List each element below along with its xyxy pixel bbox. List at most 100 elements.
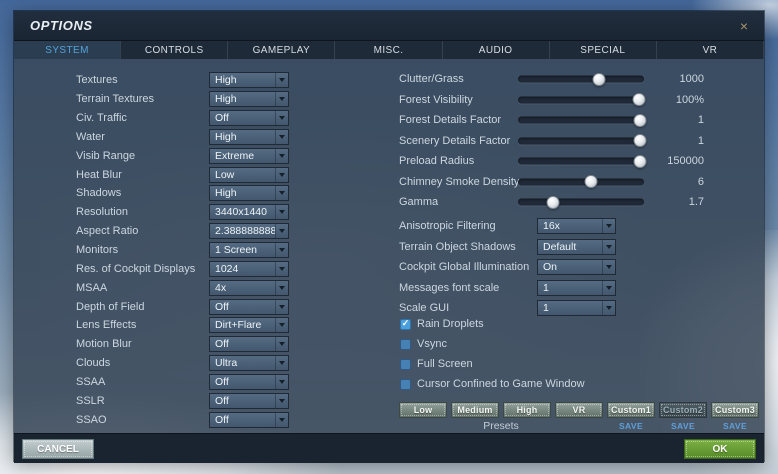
save-link[interactable]: SAVE	[671, 421, 695, 431]
slider-value: 1	[634, 114, 704, 126]
dropdown-value: Off	[210, 414, 275, 426]
tab[interactable]: MISC.	[335, 41, 442, 59]
slider-label: Forest Details Factor	[399, 114, 501, 126]
checkbox-row: ✓ Cursor Confined to Game Window	[14, 374, 766, 394]
checkmark-icon: ✓	[402, 319, 410, 328]
cancel-button[interactable]: CANCEL	[22, 439, 94, 459]
slider-label: Gamma	[399, 196, 438, 208]
tab[interactable]: AUDIO	[443, 41, 550, 59]
slider-label: Chimney Smoke Density	[399, 176, 519, 188]
slider-value: 1.7	[634, 196, 704, 208]
footer-bar: CANCEL OK	[14, 433, 764, 463]
tab[interactable]: CONTROLS	[121, 41, 228, 59]
slider-settings-list: Clutter/Grass 1000 Forest Visibility 100…	[14, 69, 766, 213]
slider-row: Clutter/Grass 1000	[14, 69, 766, 90]
checkbox-label: Full Screen	[417, 358, 473, 370]
setting-label: Terrain Object Shadows	[399, 241, 516, 253]
slider-track[interactable]	[518, 96, 644, 103]
checkbox[interactable]: ✓	[400, 379, 411, 390]
preset-button[interactable]: VR	[555, 402, 603, 418]
chevron-down-icon	[602, 240, 615, 254]
dropdown-value: 1	[538, 302, 602, 314]
setting-label: SSAO	[76, 414, 107, 426]
slider-knob[interactable]	[592, 73, 605, 86]
slider-track[interactable]	[518, 158, 644, 165]
dropdown-value: On	[538, 261, 602, 273]
dropdown-value: Off	[210, 395, 275, 407]
dropdown-value: 1	[538, 282, 602, 294]
checkbox[interactable]: ✓	[400, 339, 411, 350]
system-settings-panel: Textures High Terrain Textures High	[14, 59, 764, 433]
preset-button[interactable]: Custom2	[659, 402, 707, 418]
tab[interactable]: SYSTEM	[14, 41, 121, 59]
slider-track[interactable]	[518, 76, 644, 83]
save-link[interactable]: SAVE	[723, 421, 747, 431]
preset-column: Custom2 SAVE	[659, 402, 707, 431]
title-bar: OPTIONS ×	[14, 11, 764, 41]
preset-button[interactable]: High	[503, 402, 551, 418]
slider-track[interactable]	[518, 117, 644, 124]
slider-value: 1000	[634, 73, 704, 85]
slider-track[interactable]	[518, 178, 644, 185]
preset-button[interactable]: Medium	[451, 402, 499, 418]
chevron-down-icon	[602, 281, 615, 295]
slider-knob[interactable]	[547, 196, 560, 209]
checkbox[interactable]: ✓	[400, 359, 411, 370]
page-title: OPTIONS	[14, 18, 93, 33]
slider-value: 100%	[634, 94, 704, 106]
settings-row: Terrain Object Shadows Default	[14, 237, 766, 258]
tab-label: SYSTEM	[45, 45, 89, 56]
chevron-down-icon	[602, 260, 615, 274]
settings-row: SSAO Off	[14, 410, 390, 429]
tab[interactable]: GAMEPLAY	[228, 41, 335, 59]
slider-row: Forest Details Factor 1	[14, 110, 766, 131]
setting-dropdown[interactable]: Off	[209, 412, 289, 428]
checkbox-label: Cursor Confined to Game Window	[417, 378, 585, 390]
tab-bar: SYSTEM CONTROLS GAMEPLAY MISC. AUDIO SPE…	[14, 41, 764, 59]
setting-dropdown[interactable]: Default	[537, 239, 616, 255]
tab[interactable]: SPECIAL	[550, 41, 657, 59]
slider-track[interactable]	[518, 137, 644, 144]
preset-button[interactable]: Custom3	[711, 402, 759, 418]
settings-row: Cockpit Global Illumination On	[14, 257, 766, 278]
preset-column: Custom1 SAVE	[607, 402, 655, 431]
tab-label: CONTROLS	[145, 45, 204, 56]
right-dropdown-list: Anisotropic Filtering 16x Terrain Object…	[14, 216, 766, 319]
chevron-down-icon	[602, 219, 615, 233]
save-link[interactable]: SAVE	[619, 421, 643, 431]
checkbox-list: ✓ Rain Droplets ✓ Vsync ✓ Full Screen	[14, 314, 766, 394]
checkbox-row: ✓ Vsync	[14, 334, 766, 354]
checkbox-row: ✓ Rain Droplets	[14, 314, 766, 334]
settings-row: Messages font scale 1	[14, 278, 766, 299]
slider-label: Forest Visibility	[399, 94, 473, 106]
setting-dropdown[interactable]: On	[537, 259, 616, 275]
options-window: OPTIONS × SYSTEM CONTROLS GAMEPLAY MISC.…	[13, 10, 765, 462]
preset-button[interactable]: Low	[399, 402, 447, 418]
slider-row: Scenery Details Factor 1	[14, 131, 766, 152]
chevron-down-icon	[275, 394, 288, 408]
checkbox-label: Rain Droplets	[417, 318, 484, 330]
tab-label: MISC.	[374, 45, 404, 56]
dropdown-value: 16x	[538, 220, 602, 232]
preset-button[interactable]: Custom1	[607, 402, 655, 418]
setting-dropdown[interactable]: 16x	[537, 218, 616, 234]
setting-dropdown[interactable]: 1	[537, 280, 616, 296]
tab-label: SPECIAL	[580, 45, 625, 56]
checkbox[interactable]: ✓	[400, 319, 411, 330]
slider-value: 1	[634, 135, 704, 147]
slider-knob[interactable]	[585, 175, 598, 188]
setting-label: Messages font scale	[399, 282, 499, 294]
tab[interactable]: VR	[657, 41, 764, 59]
setting-dropdown[interactable]: Off	[209, 393, 289, 409]
slider-track[interactable]	[518, 199, 644, 206]
slider-value: 150000	[634, 155, 704, 167]
slider-row: Gamma 1.7	[14, 192, 766, 213]
slider-label: Clutter/Grass	[399, 73, 464, 85]
setting-label: SSLR	[76, 395, 105, 407]
ok-button[interactable]: OK	[684, 439, 756, 459]
tab-label: GAMEPLAY	[253, 45, 310, 56]
dropdown-value: Default	[538, 241, 602, 253]
slider-row: Preload Radius 150000	[14, 151, 766, 172]
close-icon[interactable]: ×	[734, 11, 754, 40]
chevron-down-icon	[275, 413, 288, 427]
